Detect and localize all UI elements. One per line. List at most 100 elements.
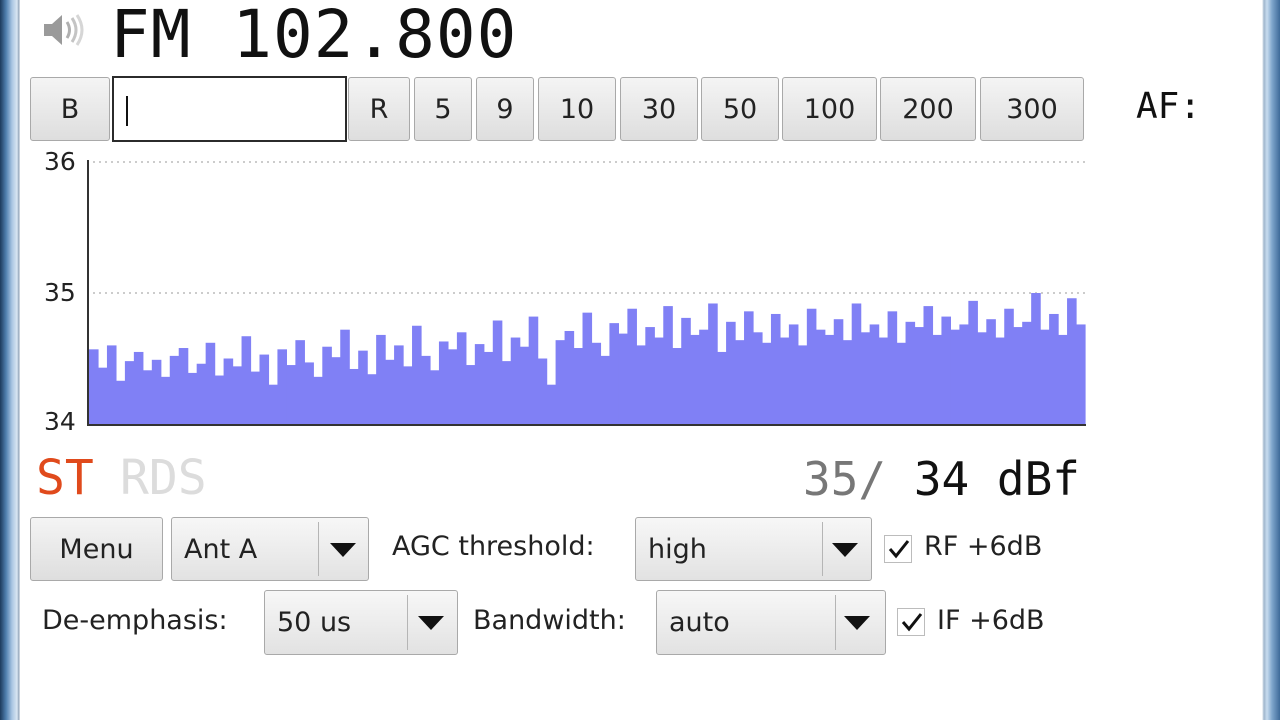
- window-right-border: [1262, 0, 1280, 720]
- signal-bar: [708, 303, 718, 424]
- signal-bars: [89, 293, 1086, 424]
- signal-current: 34 dBf: [886, 452, 1080, 506]
- signal-bar: [313, 376, 323, 424]
- bandwidth-separator: [835, 595, 836, 650]
- signal-bar: [717, 351, 727, 424]
- signal-bar: [528, 316, 539, 424]
- signal-bar: [788, 324, 799, 424]
- signal-bar: [196, 363, 207, 424]
- signal-bar: [905, 321, 916, 424]
- signal-bar: [582, 312, 593, 424]
- signal-bar: [761, 342, 772, 424]
- y-tick-34: 34: [44, 407, 76, 430]
- signal-bar: [591, 342, 602, 424]
- signal-bar: [1031, 293, 1041, 424]
- signal-bar: [1040, 329, 1050, 424]
- signal-readout: 35/ 34 dBf: [803, 452, 1080, 506]
- signal-bar: [636, 345, 646, 424]
- signal-bar: [672, 348, 682, 424]
- signal-bar: [89, 349, 99, 424]
- y-tick-36: 36: [44, 147, 76, 176]
- speaker-icon[interactable]: [40, 10, 88, 50]
- signal-bar: [349, 368, 359, 424]
- signal-bar: [340, 329, 350, 424]
- signal-bar: [555, 340, 566, 424]
- signal-bar: [941, 316, 951, 424]
- b-button[interactable]: B: [30, 77, 110, 141]
- signal-bar: [115, 380, 126, 424]
- signal-bar: [1049, 313, 1059, 424]
- menu-button[interactable]: Menu: [30, 517, 163, 581]
- antenna-select-value: Ant A: [184, 533, 258, 565]
- signal-bar: [456, 332, 467, 424]
- signal-bar: [205, 342, 216, 424]
- signal-bar: [618, 333, 628, 424]
- signal-bar: [869, 324, 880, 424]
- signal-bar: [429, 370, 440, 424]
- signal-bar: [322, 346, 332, 424]
- signal-bar: [447, 349, 458, 424]
- bandwidth-select[interactable]: auto: [656, 590, 886, 655]
- signal-bar: [726, 321, 736, 424]
- step-button-9[interactable]: 9: [476, 77, 534, 141]
- signal-bar: [995, 337, 1005, 424]
- signal-bar: [187, 372, 198, 424]
- signal-bar: [483, 351, 494, 424]
- signal-bar: [744, 311, 754, 424]
- signal-bar: [546, 384, 557, 424]
- r-button[interactable]: R: [348, 77, 410, 141]
- signal-bar: [421, 355, 431, 424]
- signal-bar: [537, 358, 548, 424]
- agc-select-separator: [822, 522, 823, 576]
- rf-6db-label: RF +6dB: [924, 531, 1043, 562]
- step-button-30[interactable]: 30: [620, 77, 698, 141]
- signal-bar: [160, 376, 171, 424]
- de-emphasis-label: De-emphasis:: [42, 605, 228, 636]
- agc-threshold-select[interactable]: high: [635, 517, 872, 581]
- signal-bar: [806, 308, 817, 424]
- signal-bar: [690, 334, 700, 424]
- signal-bar: [779, 337, 790, 424]
- signal-bar: [1067, 298, 1077, 424]
- signal-bar: [465, 365, 476, 424]
- signal-bar: [986, 319, 996, 424]
- step-button-5[interactable]: 5: [414, 77, 472, 141]
- step-button-50[interactable]: 50: [701, 77, 779, 141]
- agc-threshold-value: high: [648, 533, 707, 565]
- if-6db-checkbox[interactable]: [897, 608, 925, 636]
- signal-bar: [178, 348, 189, 424]
- text-caret: [126, 96, 128, 126]
- signal-bar: [97, 367, 108, 424]
- signal-bar: [358, 350, 368, 424]
- step-button-300[interactable]: 300: [980, 77, 1084, 141]
- signal-bar: [645, 327, 655, 424]
- step-button-100[interactable]: 100: [782, 77, 877, 141]
- signal-bar: [250, 371, 261, 424]
- step-button-10[interactable]: 10: [538, 77, 616, 141]
- frequency-display[interactable]: FM 102.800: [110, 0, 517, 73]
- signal-bar: [367, 374, 377, 424]
- chevron-down-icon: [832, 543, 858, 557]
- bandwidth-label: Bandwidth:: [473, 605, 626, 636]
- stereo-indicator: ST: [36, 450, 94, 506]
- signal-bar: [627, 308, 637, 424]
- signal-bar: [232, 366, 243, 424]
- signal-bar: [564, 330, 575, 424]
- signal-bar: [106, 345, 117, 424]
- signal-bar: [573, 348, 584, 424]
- frequency-input[interactable]: [112, 76, 347, 142]
- signal-bar: [923, 306, 934, 424]
- de-emphasis-value: 50 us: [277, 607, 352, 638]
- signal-bar: [501, 361, 512, 424]
- signal-bar: [896, 342, 907, 424]
- signal-bar: [600, 355, 611, 424]
- signal-bar: [914, 327, 925, 424]
- chevron-down-icon: [330, 543, 356, 557]
- antenna-select[interactable]: Ant A: [171, 517, 369, 581]
- de-emphasis-select[interactable]: 50 us: [264, 590, 458, 655]
- step-button-200[interactable]: 200: [880, 77, 976, 141]
- signal-bar: [833, 319, 844, 424]
- rf-6db-checkbox[interactable]: [884, 535, 912, 563]
- y-tick-35: 35: [44, 278, 76, 307]
- signal-bar: [376, 334, 386, 424]
